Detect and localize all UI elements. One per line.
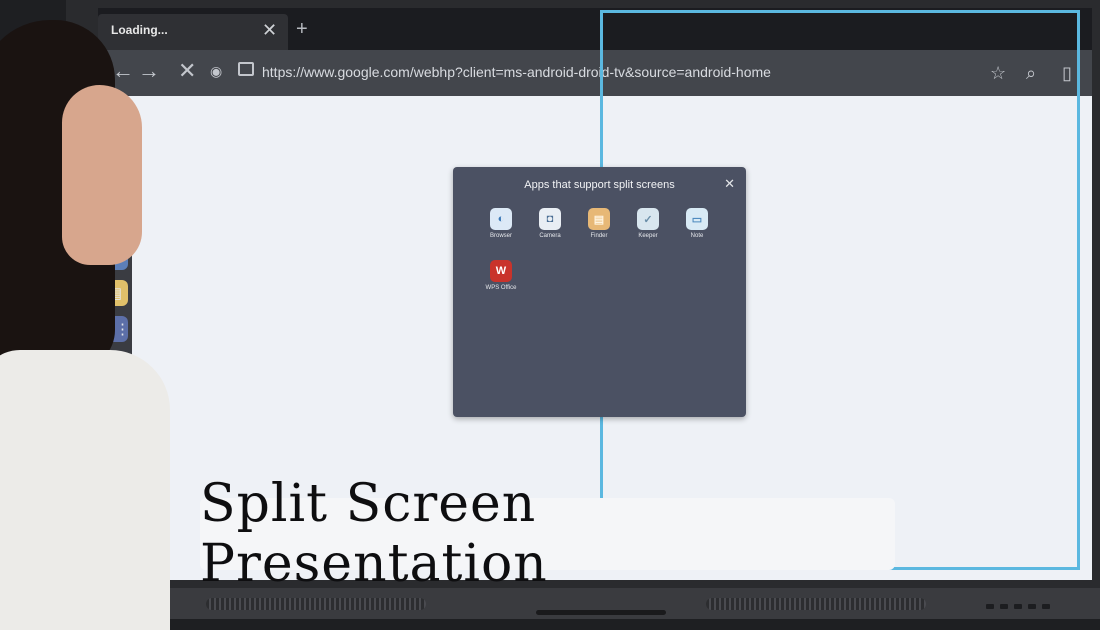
split-screen-dialog: Apps that support split screens ✕ ◐ Brow…	[453, 167, 746, 417]
keeper-icon: ✓	[637, 208, 659, 230]
app-label: Camera	[539, 233, 561, 239]
caption-banner: Split Screen Presentation	[200, 474, 895, 594]
app-label: Finder	[590, 233, 608, 239]
app-finder[interactable]: ▤ Finder	[575, 208, 623, 239]
front-ports	[986, 604, 1050, 609]
app-label: Note	[690, 233, 704, 239]
caption-text: Split Screen Presentation	[200, 474, 548, 594]
presenter-face	[62, 85, 142, 265]
app-keeper[interactable]: ✓ Keeper	[624, 208, 672, 239]
app-label: Browser	[489, 233, 512, 239]
presenter	[0, 0, 180, 630]
site-info-icon[interactable]: ◉	[210, 63, 222, 80]
app-browser[interactable]: ◐ Browser	[477, 208, 525, 239]
app-camera[interactable]: ◘ Camera	[526, 208, 574, 239]
close-icon[interactable]: ✕	[724, 176, 735, 192]
app-label: Keeper	[638, 233, 658, 239]
app-note[interactable]: ▭ Note	[673, 208, 721, 239]
stop-icon[interactable]: ✕	[178, 58, 196, 84]
folder-icon: ▤	[588, 208, 610, 230]
browser-icon: ◐	[490, 208, 512, 230]
speaker-grille	[206, 598, 426, 610]
close-icon[interactable]: ✕	[262, 20, 277, 41]
lock-icon	[238, 62, 254, 76]
app-wps-office[interactable]: W WPS Office	[477, 260, 525, 291]
note-icon: ▭	[686, 208, 708, 230]
app-label: WPS Office	[485, 285, 517, 291]
plus-icon[interactable]: +	[296, 18, 308, 41]
wps-office-icon: W	[490, 260, 512, 282]
pen-tray	[536, 610, 666, 615]
presenter-shirt	[0, 350, 170, 630]
speaker-grille	[706, 598, 926, 610]
camera-icon: ◘	[539, 208, 561, 230]
dialog-title: Apps that support split screens	[524, 179, 675, 191]
